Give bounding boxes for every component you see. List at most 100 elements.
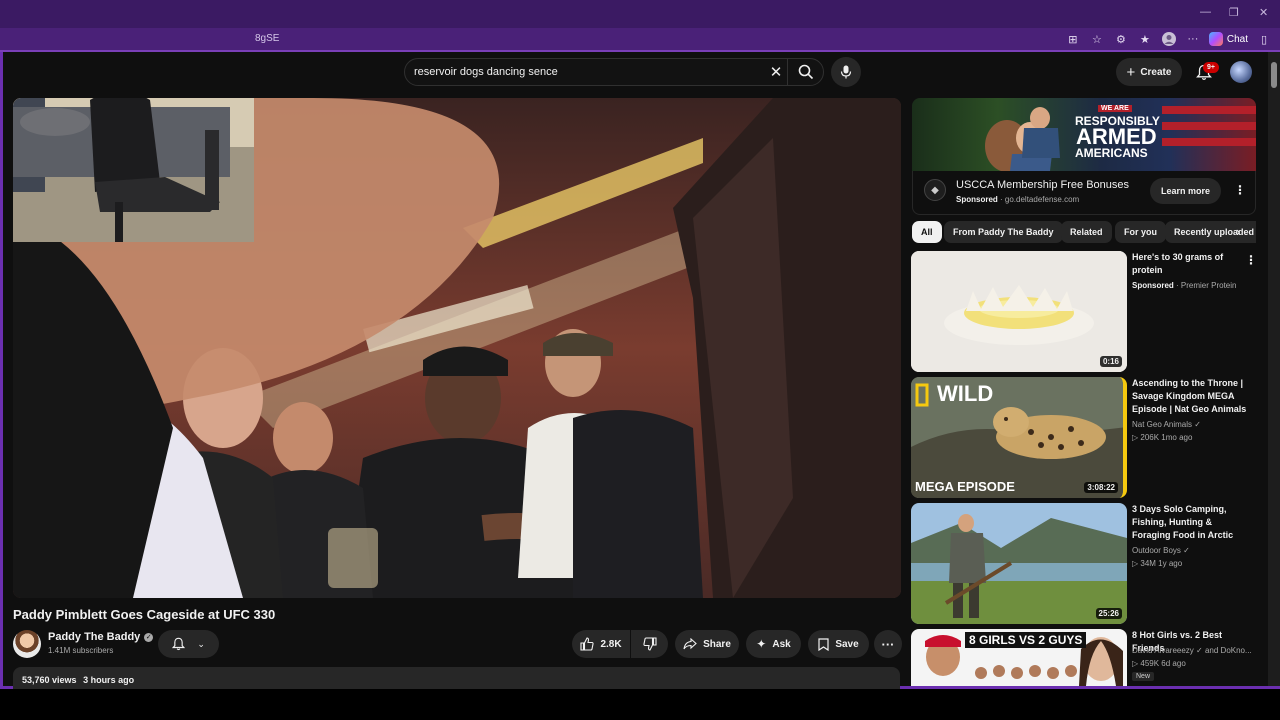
voice-search-button[interactable]: [831, 57, 861, 87]
verified-icon: ✓: [1196, 646, 1203, 655]
ad-banner-image[interactable]: WE ARE RESPONSIBLY ARMED AMERICANS: [912, 98, 1256, 171]
chip-from-channel[interactable]: From Paddy The Baddy: [944, 221, 1063, 243]
chip-scroll-right-icon[interactable]: ›: [1236, 224, 1240, 239]
video-menu-icon[interactable]: ⋮: [1245, 253, 1257, 267]
video-duration: 0:16: [1099, 356, 1122, 367]
profile-icon[interactable]: [1161, 31, 1177, 47]
video-stats: ▷ 34M 1y ago: [1132, 557, 1182, 570]
channel-name[interactable]: Nat Geo Animals ✓: [1132, 418, 1201, 431]
collaborator-text: and DoKno...: [1202, 646, 1252, 655]
split-screen-icon[interactable]: ⊞: [1065, 31, 1081, 47]
close-window-button[interactable]: ✕: [1259, 6, 1268, 19]
ad-title[interactable]: USCCA Membership Free Bonuses: [956, 179, 1129, 191]
video-title[interactable]: Here's to 30 grams of protein: [1132, 251, 1250, 277]
bell-icon: [172, 637, 186, 651]
address-url[interactable]: 8gSE: [255, 33, 279, 44]
verified-icon: ✓: [144, 632, 154, 642]
recommendation-item[interactable]: 0:16 Here's to 30 grams of protein Spons…: [911, 251, 1257, 373]
ad-meta: Sponsored · go.deltadefense.com: [956, 195, 1079, 204]
search-input[interactable]: reservoir dogs dancing sence: [414, 66, 765, 78]
chip-for-you[interactable]: For you: [1115, 221, 1166, 243]
sidebar-toggle-icon[interactable]: ▯: [1256, 31, 1272, 47]
more-actions-button[interactable]: ···: [874, 630, 902, 658]
view-count: 53,760 views: [22, 675, 77, 685]
views-and-age: 459K 6d ago: [1140, 659, 1186, 668]
ad-banner-line4: AMERICANS: [1075, 146, 1148, 160]
play-icon: ▷: [1132, 559, 1139, 568]
copilot-chat-button[interactable]: Chat: [1208, 32, 1248, 46]
video-meta: Sponsored · Premier Protein: [1132, 279, 1236, 292]
recommendation-item[interactable]: 25:26 3 Days Solo Camping, Fishing, Hunt…: [911, 503, 1256, 625]
video-title: Paddy Pimblett Goes Cageside at UFC 330: [13, 607, 276, 622]
channel-name[interactable]: Outdoor Boys ✓: [1132, 544, 1190, 557]
restore-button[interactable]: ❐: [1229, 6, 1239, 19]
dislike-button[interactable]: [631, 630, 668, 658]
search-button[interactable]: [787, 59, 823, 85]
favorites-icon[interactable]: ★: [1137, 31, 1153, 47]
like-button[interactable]: 2.8K: [572, 630, 630, 658]
thumbs-down-icon: [642, 637, 657, 651]
description-box[interactable]: 53,760 views 3 hours ago: [13, 667, 900, 689]
ad-card[interactable]: ◆ USCCA Membership Free Bonuses Sponsore…: [912, 171, 1256, 215]
share-icon: [683, 638, 697, 650]
advertiser-logo-icon: ◆: [924, 179, 946, 201]
chat-label: Chat: [1226, 33, 1248, 45]
verified-icon: ✓: [1183, 546, 1190, 555]
share-label: Share: [703, 638, 731, 650]
video-title[interactable]: 3 Days Solo Camping, Fishing, Hunting & …: [1132, 503, 1250, 542]
verified-icon: ✓: [1194, 420, 1201, 429]
chip-recently-uploaded[interactable]: Recently uploaded: [1165, 221, 1256, 243]
sparkle-icon: ✦: [756, 637, 767, 651]
views-and-age: 206K 1mo ago: [1140, 433, 1193, 442]
bookmark-icon: [818, 637, 829, 651]
thumbnail-headline: 8 GIRLS VS 2 GUYS: [965, 632, 1087, 648]
channel-name[interactable]: Paddy The Baddy: [48, 631, 140, 643]
account-avatar[interactable]: [1230, 61, 1252, 83]
video-thumbnail[interactable]: 0:16: [911, 251, 1127, 372]
ad-menu-icon[interactable]: ⋮: [1234, 183, 1246, 197]
thumbnail-caption: MEGA EPISODE: [915, 479, 1015, 494]
video-title[interactable]: Ascending to the Throne | Savage Kingdom…: [1132, 377, 1250, 416]
ask-button[interactable]: ✦ Ask: [746, 630, 801, 658]
video-thumbnail[interactable]: WILD MEGA EPISODE 3:08:22: [911, 377, 1127, 498]
save-button[interactable]: Save: [808, 630, 869, 658]
upload-time: 3 hours ago: [83, 675, 135, 685]
page-scrollbar[interactable]: [1268, 52, 1280, 686]
search-box[interactable]: reservoir dogs dancing sence ✕: [404, 58, 824, 86]
browser-titlebar: — ❐ ✕: [0, 0, 1280, 28]
thumbnail-art: [911, 251, 1127, 372]
minimize-button[interactable]: —: [1200, 6, 1211, 18]
chip-all[interactable]: All: [912, 221, 942, 243]
search-icon: [798, 64, 813, 80]
sponsored-label: Sponsored: [1132, 281, 1174, 290]
create-button[interactable]: + Create: [1116, 58, 1182, 86]
recommendation-item[interactable]: 8 GIRLS VS 2 GUYS 8 Hot Girls vs. 2 Best…: [911, 629, 1256, 686]
recommendation-item[interactable]: WILD MEGA EPISODE 3:08:22 Ascending to t…: [911, 377, 1256, 499]
channel-name-row[interactable]: Paddy The Baddy ✓: [48, 631, 154, 643]
microphone-icon: [840, 65, 852, 79]
scrollbar-thumb[interactable]: [1271, 62, 1277, 88]
video-duration: 25:26: [1095, 608, 1122, 619]
ask-label: Ask: [772, 638, 791, 650]
ad-banner-tag: WE ARE: [1098, 105, 1132, 112]
channel-name-text: Nat Geo Animals: [1132, 420, 1193, 429]
ad-domain: go.deltadefense.com: [1004, 195, 1080, 204]
subscribed-notifications-button[interactable]: ⌄: [158, 630, 219, 658]
learn-more-button[interactable]: Learn more: [1150, 178, 1221, 204]
chevron-down-icon: ⌄: [197, 638, 205, 649]
clear-search-icon[interactable]: ✕: [765, 63, 787, 81]
video-duration: 3:08:22: [1084, 482, 1118, 493]
channel-name[interactable]: David Alvareeezy ✓ and DoKno...: [1132, 644, 1252, 657]
share-button[interactable]: Share: [675, 630, 739, 658]
channel-avatar[interactable]: [13, 630, 41, 658]
favorite-star-icon[interactable]: ☆: [1089, 31, 1105, 47]
more-menu-icon[interactable]: ···: [1185, 31, 1201, 47]
channel-name-text: David Alvareeezy: [1132, 646, 1194, 655]
extensions-icon[interactable]: ⚙: [1113, 31, 1129, 47]
video-thumbnail[interactable]: 25:26: [911, 503, 1127, 624]
sponsored-label: Sponsored: [956, 195, 998, 204]
video-thumbnail[interactable]: 8 GIRLS VS 2 GUYS: [911, 629, 1127, 686]
video-stats: ▷ 459K 6d ago: [1132, 657, 1186, 670]
video-player[interactable]: [13, 98, 901, 598]
chip-related[interactable]: Related: [1061, 221, 1112, 243]
